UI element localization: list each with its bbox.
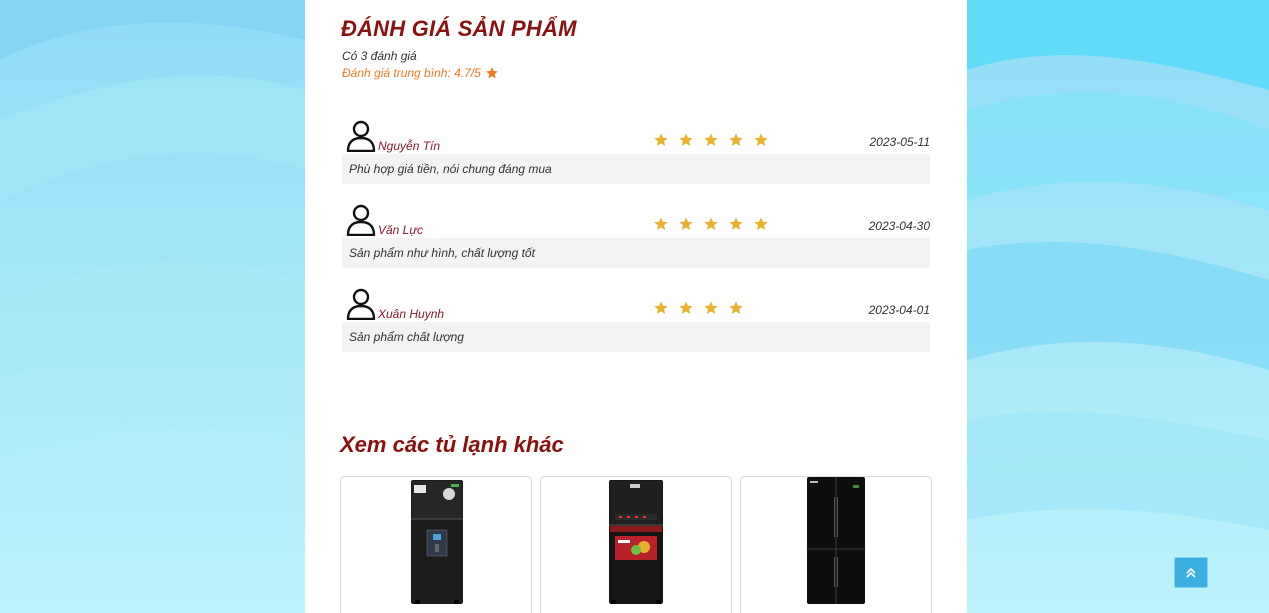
review-comment: Sản phẩm chất lượng <box>342 322 930 352</box>
related-products-list <box>340 476 932 613</box>
related-products-title: Xem các tủ lạnh khác <box>340 432 564 457</box>
star-icon <box>729 301 743 314</box>
chevron-double-up-icon <box>1186 567 1196 578</box>
reviews-section-title: ĐÁNH GIÁ SẢN PHẨM <box>341 16 577 41</box>
star-icon <box>679 217 693 230</box>
product-card[interactable] <box>340 476 532 613</box>
main-content-panel: ĐÁNH GIÁ SẢN PHẨM Có 3 đánh giá Đánh giá… <box>305 0 967 613</box>
star-icon <box>654 301 668 314</box>
rating-stars <box>653 216 769 232</box>
review-date: 2023-05-11 <box>869 135 931 149</box>
review-item: Nguyễn Tín 2023-05-11 Phù hợp giá tiền, nó… <box>342 118 930 184</box>
fridge-top-freezer-water-dispenser <box>411 480 463 604</box>
star-icon <box>654 133 668 146</box>
average-rating-text: Đánh giá trung bình: 4.7/5 <box>342 66 481 80</box>
star-icon <box>654 217 668 230</box>
star-icon <box>754 217 768 230</box>
product-card[interactable] <box>540 476 732 613</box>
rating-stars <box>653 132 769 148</box>
reviewer-name: Xuân Huynh <box>378 307 445 321</box>
product-card[interactable] <box>740 476 932 613</box>
review-comment: Sản phẩm như hình, chất lượng tốt <box>342 238 930 268</box>
review-header: Xuân Huynh 2023-04-01 <box>342 286 930 322</box>
star-icon <box>704 217 718 230</box>
back-to-top-button[interactable] <box>1174 557 1208 588</box>
review-item: Văn Lực 2023-04-30 Sản phẩm như hình, chất… <box>342 202 930 268</box>
star-icon <box>704 133 718 146</box>
review-comment: Phù hợp giá tiền, nói chung đáng mua <box>342 154 930 184</box>
user-icon <box>346 204 376 236</box>
star-icon <box>485 67 498 79</box>
review-count: Có 3 đánh giá <box>342 49 417 63</box>
star-icon <box>679 133 693 146</box>
review-header: Nguyễn Tín 2023-05-11 <box>342 118 930 154</box>
star-icon <box>729 133 743 146</box>
fridge-side-by-side-4-door <box>807 477 865 604</box>
review-date: 2023-04-30 <box>868 219 930 233</box>
star-icon <box>754 133 768 146</box>
star-icon <box>729 217 743 230</box>
user-icon <box>346 288 376 320</box>
star-icon <box>679 301 693 314</box>
star-icon <box>704 301 718 314</box>
review-date: 2023-04-01 <box>868 303 930 317</box>
reviewer-name: Nguyễn Tín <box>378 139 441 153</box>
reviewer-name: Văn Lực <box>378 223 423 237</box>
average-rating: Đánh giá trung bình: 4.7/5 <box>342 66 499 80</box>
review-item: Xuân Huynh 2023-04-01 Sản phẩm chất lượng <box>342 286 930 352</box>
user-icon <box>346 120 376 152</box>
fridge-top-freezer-glass-door <box>609 480 663 604</box>
review-header: Văn Lực 2023-04-30 <box>342 202 930 238</box>
rating-stars <box>653 300 744 316</box>
